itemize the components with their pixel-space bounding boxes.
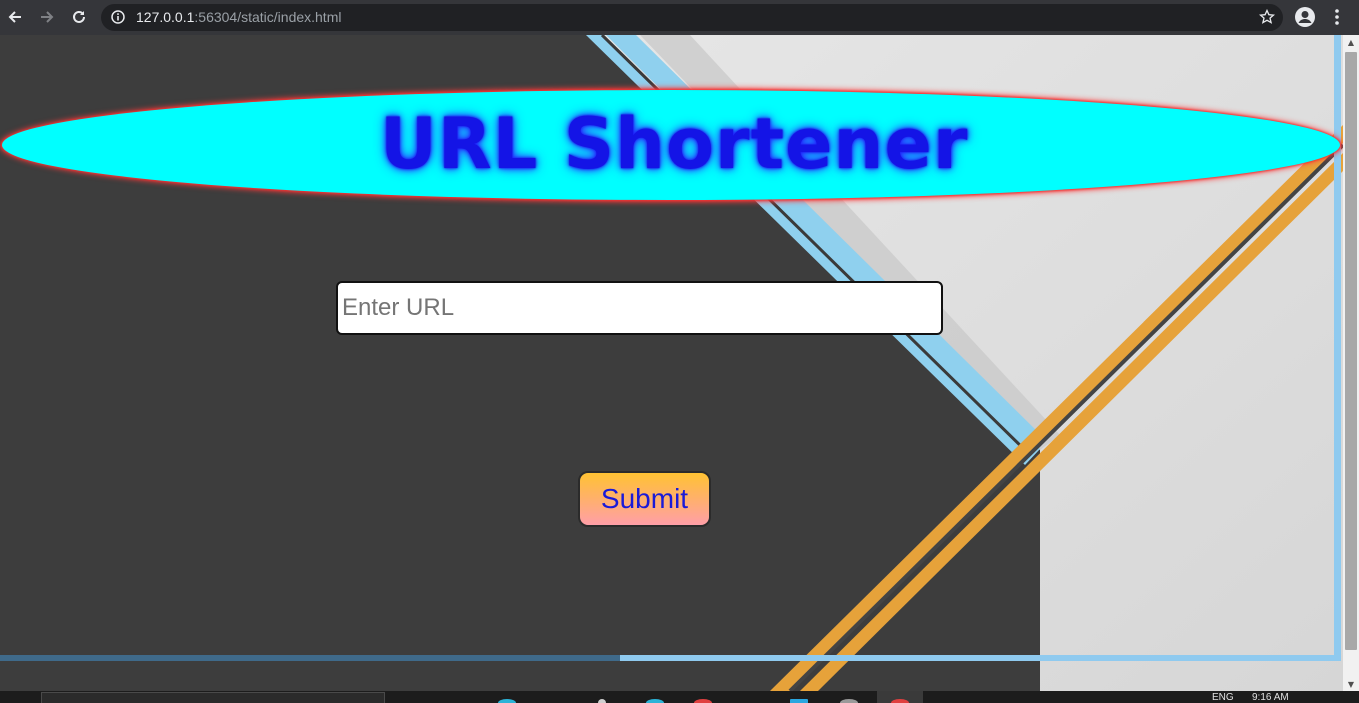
scrollbar-thumb[interactable] — [1345, 52, 1357, 650]
reload-button[interactable] — [67, 5, 91, 29]
menu-dots-icon[interactable] — [1329, 6, 1345, 28]
forward-icon — [41, 11, 54, 23]
address-bar[interactable]: 127.0.0.1:56304/static/index.html — [101, 4, 1283, 31]
back-icon — [8, 11, 21, 23]
taskbar-app-icon[interactable] — [598, 699, 606, 703]
taskbar-app-icon[interactable] — [646, 699, 664, 703]
taskbar-app-icon[interactable] — [840, 699, 858, 703]
reload-icon — [73, 10, 85, 23]
taskbar-app-icon[interactable] — [790, 699, 808, 703]
clock[interactable]: 9:16 AM — [1252, 693, 1289, 703]
scroll-up-arrow[interactable]: ▲ — [1343, 35, 1359, 49]
os-taskbar: ENG 9:16 AM — [0, 691, 1359, 703]
taskbar-active-app[interactable] — [877, 691, 923, 703]
browser-toolbar: 127.0.0.1:56304/static/index.html — [0, 0, 1359, 35]
taskbar-search-box[interactable] — [41, 692, 385, 703]
url-host: 127.0.0.1 — [136, 9, 195, 25]
scroll-down-arrow[interactable]: ▼ — [1343, 677, 1359, 691]
profile-icon[interactable] — [1294, 6, 1316, 28]
submit-button[interactable]: Submit — [578, 471, 711, 527]
forward-button[interactable] — [35, 5, 59, 29]
taskbar-app-icon[interactable] — [694, 699, 712, 703]
taskbar-app-icon[interactable] — [498, 699, 516, 703]
address-text[interactable]: 127.0.0.1:56304/static/index.html — [136, 9, 341, 25]
page-scrollbar[interactable]: ▲ ▼ — [1343, 35, 1359, 691]
page-title: URL Shortener — [380, 103, 969, 185]
star-icon[interactable] — [1259, 9, 1275, 25]
language-indicator[interactable]: ENG — [1212, 693, 1234, 703]
page-viewport: URL Shortener Submit ▲ ▼ — [0, 35, 1359, 691]
url-path: :56304/static/index.html — [194, 9, 342, 25]
info-icon[interactable] — [111, 10, 125, 24]
url-input[interactable] — [336, 281, 943, 335]
back-button[interactable] — [3, 5, 27, 29]
taskbar-app-icon — [891, 699, 909, 703]
